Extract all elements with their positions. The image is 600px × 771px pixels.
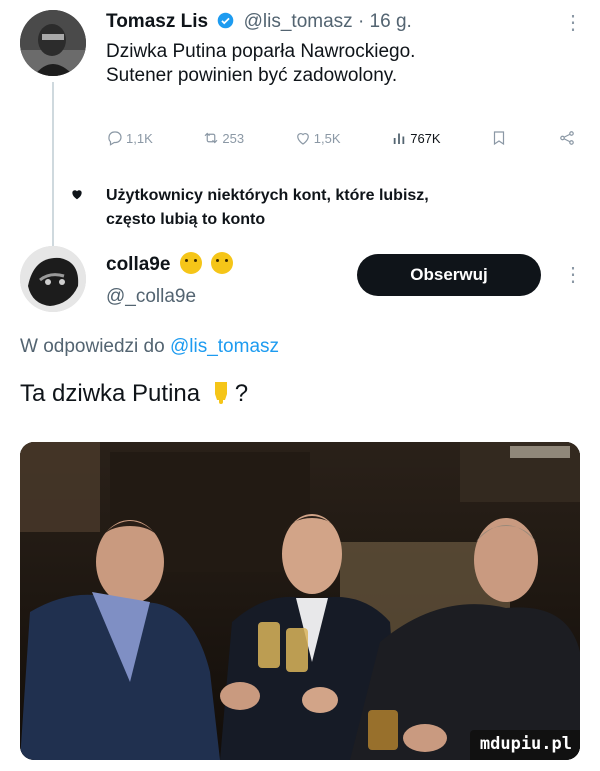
notice-line: często lubią to konto <box>106 211 266 228</box>
watermark: mdupiu.pl <box>469 730 580 760</box>
reply-button[interactable]: 1,1K <box>106 129 153 147</box>
tweet-photo[interactable]: mdupiu.pl <box>20 442 580 760</box>
tweet1-actions: 1,1K 253 1,5K 767K <box>106 125 576 151</box>
author2-handle[interactable]: @_colla9e <box>106 285 196 309</box>
follow-button[interactable]: Obserwuj <box>357 254 541 296</box>
monocle-emoji-icon <box>211 252 233 274</box>
reply-handle-link[interactable]: @lis_tomasz <box>170 336 279 357</box>
repost-count: 253 <box>222 130 245 146</box>
notice-line: Użytkownicy niektórych kont, które lubis… <box>106 187 429 204</box>
avatar-tomasz-lis[interactable] <box>20 10 86 76</box>
thread-line <box>52 82 54 247</box>
bookmark-icon <box>494 131 505 146</box>
avatar-colla9e[interactable] <box>20 246 86 312</box>
heart-icon <box>70 187 84 201</box>
pointing-down-emoji-icon <box>207 378 235 406</box>
share-button[interactable] <box>558 129 576 147</box>
share-icon <box>560 131 574 145</box>
verified-badge-icon <box>217 12 234 29</box>
repost-icon <box>204 132 218 144</box>
more-options-icon[interactable]: ⋮ <box>563 262 584 287</box>
like-count: 1,5K <box>313 130 341 146</box>
repost-button[interactable]: 253 <box>202 129 244 147</box>
author-handle-time[interactable]: @lis_tomasz · 16 g. <box>244 11 412 32</box>
tweet2-text-body: Ta dziwka Putina <box>20 380 201 407</box>
tweet1-header: Tomasz Lis @lis_tomasz · 16 g. <box>106 10 412 34</box>
author-name[interactable]: Tomasz Lis <box>106 11 208 32</box>
thinking-emoji-icon <box>179 252 202 274</box>
photo-scene <box>20 442 580 760</box>
tweet1-line: Sutener powinien być zadowolony. <box>106 65 398 86</box>
views-button[interactable]: 767K <box>390 129 441 147</box>
tweet1-text: Dziwka Putina poparła Nawrockiego. Suten… <box>106 40 576 88</box>
author2-name[interactable]: colla9e <box>106 254 170 275</box>
tweet2-text-suffix: ? <box>234 380 249 407</box>
more-options-icon[interactable]: ⋮ <box>563 10 584 35</box>
views-icon <box>393 133 405 144</box>
heart-icon <box>296 133 309 145</box>
like-button[interactable]: 1,5K <box>294 129 341 147</box>
tweet2-text: Ta dziwka Putina ? <box>20 378 248 410</box>
reply-icon <box>108 131 122 146</box>
author2-name-row: colla9e <box>106 252 233 277</box>
liked-by-notice: Użytkownicy niektórych kont, które lubis… <box>106 184 576 232</box>
reply-count: 1,1K <box>126 130 153 146</box>
reply-prefix: W odpowiedzi do <box>20 336 170 357</box>
reply-context: W odpowiedzi do @lis_tomasz <box>20 334 279 360</box>
views-count: 767K <box>410 130 441 146</box>
bookmark-button[interactable] <box>490 129 508 147</box>
tweet1-line: Dziwka Putina poparła Nawrockiego. <box>106 41 416 62</box>
